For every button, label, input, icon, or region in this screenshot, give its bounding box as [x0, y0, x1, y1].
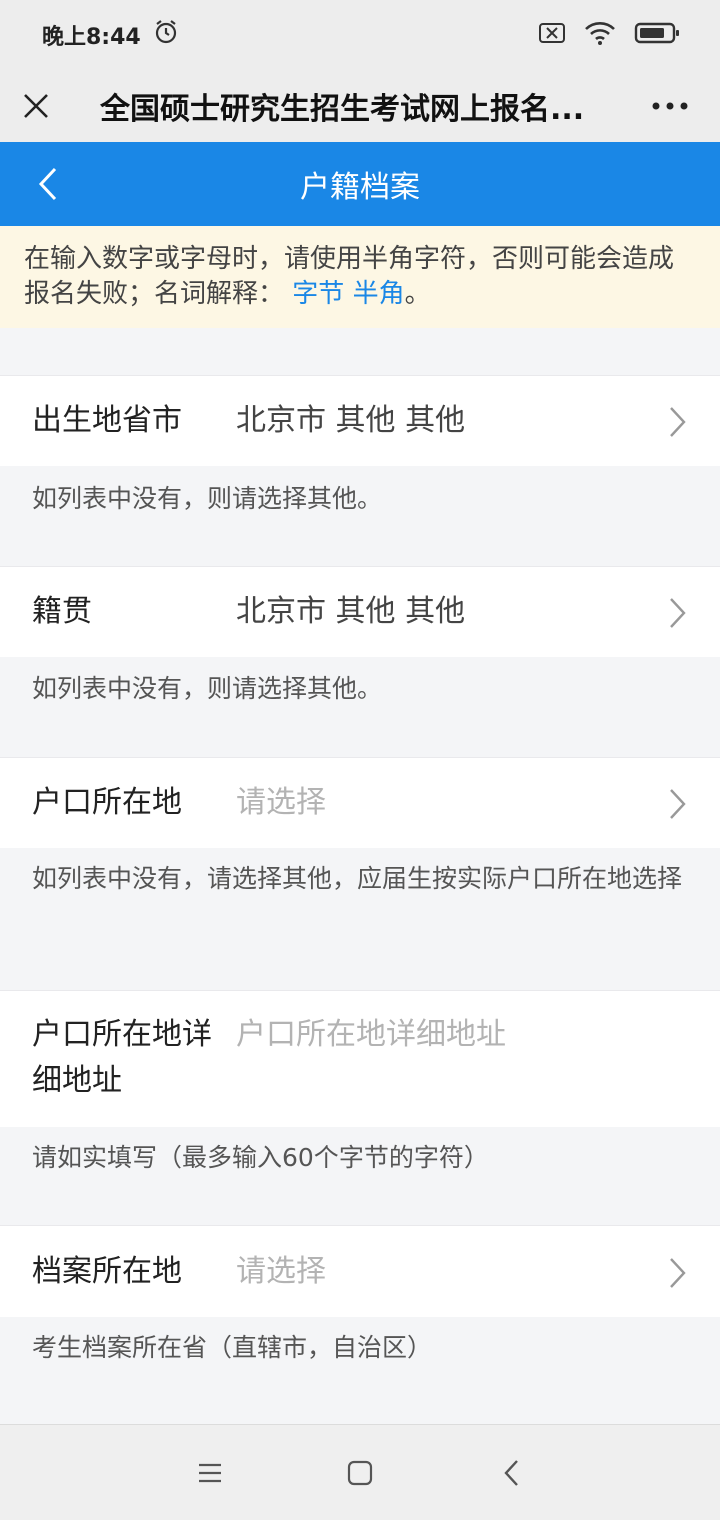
field-placeholder: 请选择: [236, 785, 326, 820]
field-value: 北京市 其他 其他: [236, 594, 466, 629]
more-dots-icon: [652, 102, 688, 110]
chevron-left-icon: [38, 167, 57, 201]
field-hint: 如列表中没有，则请选择其他。: [32, 674, 383, 703]
menu-button[interactable]: [190, 1453, 230, 1493]
field-hint: 请如实填写（最多输入60个字节的字符）: [32, 1143, 489, 1172]
field-birthplace[interactable]: 出生地省市 北京市 其他 其他: [0, 375, 720, 466]
chevron-right-icon: [670, 407, 686, 437]
webview-title-bar: 全国硕士研究生招生考试网上报名...: [0, 70, 720, 142]
more-button[interactable]: [620, 70, 720, 142]
status-bar: 晚上8:44: [0, 0, 720, 70]
webview-title: 全国硕士研究生招生考试网上报名...: [100, 92, 585, 127]
system-nav-bar: [0, 1424, 720, 1520]
close-icon: [24, 94, 48, 118]
field-label: 档案所在地: [32, 1254, 182, 1289]
alarm-icon: [153, 19, 179, 51]
field-household-location[interactable]: 户口所在地 请选择: [0, 757, 720, 848]
status-time: 晚上8:44: [42, 25, 141, 50]
menu-icon: [199, 1463, 221, 1483]
notice-text: 在输入数字或字母时，请使用半角字符，否则可能会造成报名失败；名词解释：: [24, 244, 675, 309]
field-label-line1: 户口所在地详: [32, 1017, 212, 1052]
page-header: 户籍档案: [0, 142, 720, 226]
field-household-address[interactable]: 户口所在地详 细地址 户口所在地详细地址: [0, 990, 720, 1127]
chevron-right-icon: [670, 1258, 686, 1288]
field-hint: 考生档案所在省（直辖市，自治区）: [32, 1333, 433, 1362]
battery-icon: [634, 21, 682, 49]
term-link-halfwidth[interactable]: 半角: [353, 279, 405, 309]
notice-banner: 在输入数字或字母时，请使用半角字符，否则可能会造成报名失败；名词解释： 字节 半…: [0, 226, 720, 328]
back-button[interactable]: [18, 154, 78, 214]
nav-back-button[interactable]: [492, 1453, 532, 1493]
field-label: 户口所在地: [32, 785, 182, 820]
chevron-right-icon: [670, 598, 686, 628]
field-native-place[interactable]: 籍贯 北京市 其他 其他: [0, 566, 720, 657]
back-arrow-icon: [504, 1460, 518, 1486]
address-input[interactable]: 户口所在地详细地址: [236, 1013, 506, 1057]
field-label: 籍贯: [32, 594, 92, 629]
term-link-byte[interactable]: 字节: [292, 279, 344, 309]
close-button[interactable]: [0, 70, 72, 142]
field-hint: 如列表中没有，请选择其他，应届生按实际户口所在地选择: [32, 864, 683, 893]
no-sim-icon: [538, 22, 566, 48]
field-placeholder: 请选择: [236, 1254, 326, 1289]
field-label-line2: 细地址: [32, 1063, 122, 1098]
wifi-icon: [584, 21, 616, 49]
field-label: 出生地省市: [32, 403, 182, 438]
home-button[interactable]: [340, 1453, 380, 1493]
field-value: 北京市 其他 其他: [236, 403, 466, 438]
notice-suffix: 。: [404, 279, 431, 309]
field-hint: 如列表中没有，则请选择其他。: [32, 484, 383, 513]
page-title: 户籍档案: [300, 170, 420, 205]
chevron-right-icon: [670, 789, 686, 819]
home-icon: [347, 1460, 373, 1486]
field-archive-location[interactable]: 档案所在地 请选择: [0, 1225, 720, 1317]
